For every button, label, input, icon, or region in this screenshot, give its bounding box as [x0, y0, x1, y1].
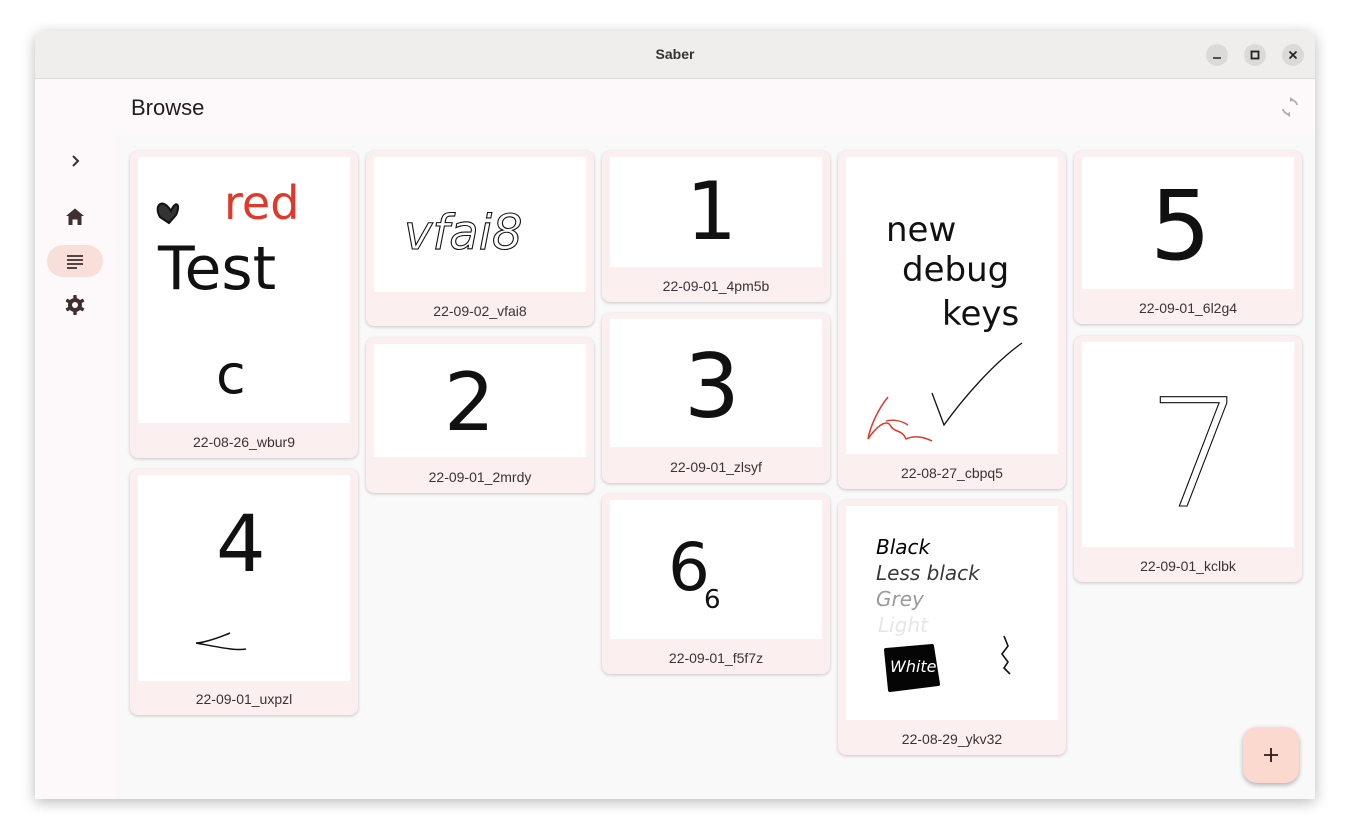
note-card[interactable]: 1 22-09-01_4pm5b — [602, 151, 830, 302]
preview-text-vfai8: vfai8 — [404, 205, 523, 261]
preview-text-light: Light — [878, 613, 929, 637]
preview-text-white: White — [890, 657, 937, 676]
plus-icon — [1264, 748, 1278, 762]
preview-text-2: 2 — [444, 356, 495, 449]
note-card[interactable]: 2 22-09-01_2mrdy — [366, 338, 594, 493]
note-card[interactable]: Black Less black Grey Light White 22-08-… — [838, 500, 1066, 755]
gear-icon — [65, 295, 85, 315]
preview-text-black: Black — [876, 535, 932, 559]
note-title: 22-09-01_2mrdy — [428, 469, 532, 485]
chevron-right-icon — [72, 155, 80, 167]
handwriting-preview: red Test c — [156, 176, 299, 406]
handwriting-preview: Black Less black Grey Light White — [876, 535, 1011, 692]
note-title: 22-08-27_cbpq5 — [901, 465, 1003, 481]
preview-text-new: new — [886, 210, 956, 250]
note-preview: 6 6 — [610, 500, 822, 639]
note-preview: vfai8 — [374, 157, 586, 292]
preview-text-less-black: Less black — [876, 561, 981, 585]
note-preview: 5 — [1082, 157, 1294, 289]
note-card[interactable]: 4 22-09-01_uxpzl — [130, 469, 358, 715]
new-note-button[interactable] — [1243, 727, 1299, 783]
handwriting-preview: 6 6 — [668, 529, 721, 615]
note-card[interactable]: new debug keys 22-08-27_cbpq5 — [838, 151, 1066, 489]
note-title: 22-09-02_vfai8 — [433, 303, 527, 319]
note-preview: 1 — [610, 157, 822, 267]
note-card[interactable]: 3 22-09-01_zlsyf — [602, 313, 830, 483]
note-preview: Black Less black Grey Light White — [846, 506, 1058, 720]
close-button[interactable] — [1282, 44, 1304, 66]
preview-text-4: 4 — [216, 500, 266, 590]
title-bar[interactable]: Saber — [35, 31, 1315, 79]
notes-grid: red Test c 22-08-26_wbur9 4 22-09-01_uxp… — [115, 135, 1315, 799]
browse-icon — [67, 255, 83, 269]
handwriting-preview: 7 — [1147, 367, 1244, 542]
minimize-icon — [1213, 57, 1221, 59]
preview-text-c: c — [216, 343, 246, 406]
note-title: 22-09-01_kclbk — [1140, 558, 1236, 574]
preview-text-1: 1 — [686, 165, 737, 258]
note-preview: 3 — [610, 319, 822, 447]
handwriting-preview: new debug keys — [867, 210, 1023, 442]
note-card[interactable]: vfai8 22-09-02_vfai8 — [366, 151, 594, 326]
note-card[interactable]: 7 22-09-01_kclbk — [1074, 336, 1302, 582]
handwriting-preview: 4 — [195, 500, 266, 651]
preview-text-7: 7 — [1148, 368, 1243, 542]
note-card[interactable]: red Test c 22-08-26_wbur9 — [130, 151, 358, 458]
rail-item-home[interactable] — [47, 201, 103, 233]
note-title: 22-09-01_6l2g4 — [1138, 300, 1238, 316]
handwriting-preview: 1 — [686, 165, 737, 258]
preview-text-red: red — [224, 176, 299, 230]
note-title: 22-08-29_ykv32 — [901, 731, 1003, 747]
note-card[interactable]: 5 22-09-01_6l2g4 — [1074, 151, 1302, 324]
sync-icon[interactable] — [1279, 96, 1301, 118]
window-title: Saber — [655, 46, 695, 62]
note-title: 22-09-01_zlsyf — [670, 459, 762, 475]
maximize-icon — [1250, 50, 1260, 60]
rail-item-browse[interactable] — [47, 245, 103, 277]
handwriting-preview: 2 — [444, 356, 495, 449]
rail-item-settings[interactable] — [47, 289, 103, 321]
note-title: 22-09-01_uxpzl — [195, 691, 293, 707]
minimize-button[interactable] — [1206, 44, 1228, 66]
note-preview: 2 — [374, 344, 586, 457]
note-preview: 7 — [1082, 342, 1294, 547]
note-preview: red Test c — [138, 157, 350, 423]
preview-text-debug: debug — [902, 250, 1009, 290]
page-title: Browse — [131, 95, 205, 120]
preview-text-6-small: 6 — [704, 585, 721, 615]
app-window: Saber Browse red Test c 22-08-26_wbur9 4… — [35, 31, 1315, 799]
note-title: 22-08-26_wbur9 — [193, 434, 295, 450]
note-preview: new debug keys — [846, 157, 1058, 454]
preview-text-5: 5 — [1150, 170, 1211, 282]
app-bar: Browse — [115, 79, 1315, 135]
preview-text-grey: Grey — [876, 587, 925, 611]
handwriting-preview: 5 — [1150, 170, 1211, 282]
preview-text-test: Test — [157, 234, 276, 304]
note-card[interactable]: 6 6 22-09-01_f5f7z — [602, 494, 830, 674]
preview-text-keys: keys — [942, 294, 1019, 334]
expand-rail-button[interactable] — [47, 145, 103, 177]
maximize-button[interactable] — [1244, 44, 1266, 66]
note-title: 22-09-01_f5f7z — [668, 650, 764, 666]
note-title: 22-09-01_4pm5b — [662, 278, 770, 294]
note-preview: 4 — [138, 475, 350, 681]
handwriting-preview: vfai8 — [403, 204, 523, 261]
close-icon — [1288, 50, 1298, 60]
home-icon — [66, 208, 84, 225]
navigation-rail — [35, 79, 115, 799]
handwriting-preview: 3 — [684, 335, 740, 438]
preview-text-3: 3 — [684, 335, 740, 438]
